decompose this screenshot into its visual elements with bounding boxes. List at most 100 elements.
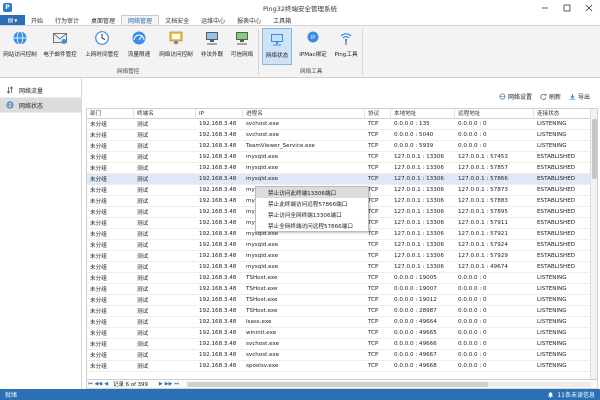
trusted-network-button[interactable]: 可信网络 xyxy=(228,28,256,65)
cell-process: spoolsv.exe xyxy=(246,363,279,369)
ping-tool-button[interactable]: Ping工具 xyxy=(332,28,360,65)
network-status-button[interactable]: 网络状态 xyxy=(262,28,292,65)
network-settings-button[interactable]: 网络设置 xyxy=(499,92,532,101)
table-row[interactable]: 未分组 测试 192.168.3.48 mysqld.exe TCP 127.0.0.1 … xyxy=(87,163,597,174)
ipmac-binding-button[interactable]: IP IPMac绑定 xyxy=(296,28,330,65)
table-row[interactable]: 未分组 测试 192.168.3.48 svchost.exe TCP 0.0.0.0 :… xyxy=(87,130,597,141)
table-row[interactable]: 未分组 测试 192.168.3.48 mysqld.exe TCP 127.0.0.1 … xyxy=(87,251,597,262)
column-header-process[interactable]: 进程名 xyxy=(243,109,365,119)
ribbon-label: 网站访问控制 xyxy=(3,52,37,58)
cell-local-address: 127.0.0.1 : 13306 xyxy=(394,154,444,160)
previous-record-button[interactable]: ◀ xyxy=(103,381,109,387)
illegal-outreach-button[interactable]: 非法外联 xyxy=(198,28,226,65)
scroll-thumb[interactable] xyxy=(592,119,597,179)
cell-remote-address: 0.0.0.0 : 0 xyxy=(458,121,487,127)
ribbon-label: 非法外联 xyxy=(200,52,224,58)
cell-terminal: 测试 xyxy=(137,210,149,216)
file-menu-icon: ▤ xyxy=(7,16,14,24)
tab-document-security[interactable]: 文档安全 xyxy=(159,15,195,25)
column-header-state[interactable]: 连接状态 xyxy=(534,109,592,119)
export-button[interactable]: 导出 xyxy=(569,92,590,101)
sidebar-item-network-traffic[interactable]: 网络流量 xyxy=(0,83,81,98)
traffic-speed-limit-button[interactable]: 流量限速 xyxy=(124,28,154,65)
tab-operations-center[interactable]: 运维中心 xyxy=(195,15,231,25)
group-separator xyxy=(362,29,363,75)
column-header-protocol[interactable]: 协议 xyxy=(365,109,391,119)
table-row[interactable]: 未分组 测试 192.168.3.48 TSHost.exe TCP 0.0.0.0 : … xyxy=(87,284,597,295)
cell-process: lsass.exe xyxy=(246,319,272,325)
column-header-local-address[interactable]: 本地地址 xyxy=(391,109,455,119)
cell-state: LISTENING xyxy=(537,341,567,347)
minimize-button[interactable] xyxy=(534,0,556,15)
network-status-icon xyxy=(268,30,286,48)
file-menu-button[interactable]: ▤ ▼ xyxy=(0,15,25,25)
horizontal-scrollbar[interactable] xyxy=(186,381,591,387)
cell-terminal: 测试 xyxy=(137,298,149,304)
refresh-button[interactable]: 刷新 xyxy=(540,92,561,101)
table-row[interactable]: 未分组 测试 192.168.3.48 TSHost.exe TCP 0.0.0.0 : … xyxy=(87,306,597,317)
next-page-button[interactable]: ▶▶ xyxy=(164,381,174,387)
tab-desktop-management[interactable]: 桌面管理 xyxy=(85,15,121,25)
cell-remote-address: 0.0.0.0 : 0 xyxy=(458,132,487,138)
table-row[interactable]: 未分组 测试 192.168.3.48 mysqld.exe TCP 127.0.0.1 … xyxy=(87,152,597,163)
close-button[interactable] xyxy=(578,0,600,15)
cell-local-address: 0.0.0.0 : 49666 xyxy=(394,341,437,347)
table-row[interactable]: 未分组 测试 192.168.3.48 svchost.exe TCP 0.0.0.0 :… xyxy=(87,350,597,361)
unread-messages[interactable]: 11条未读信息 xyxy=(547,390,595,399)
ribbon-label: 上网时间管控 xyxy=(85,52,119,58)
table-row[interactable]: 未分组 测试 192.168.3.48 mysqld.exe TCP 127.0.0.1 … xyxy=(87,174,597,185)
cell-process: TSHost.exe xyxy=(246,286,278,292)
maximize-button[interactable] xyxy=(556,0,578,15)
ipmac-icon: IP xyxy=(304,29,322,47)
content-toolbar: 网络设置 刷新 导出 xyxy=(499,92,590,101)
globe-icon xyxy=(6,101,14,109)
cell-process: svchost.exe xyxy=(246,132,280,138)
column-header-ip[interactable]: IP xyxy=(196,109,243,119)
ribbon-label: 流量限速 xyxy=(127,52,151,58)
table-row[interactable]: 未分组 测试 192.168.3.48 svchost.exe TCP 0.0.0.0 :… xyxy=(87,339,597,350)
tab-start[interactable]: 开始 xyxy=(25,15,49,25)
tab-behavior-audit[interactable]: 行为审计 xyxy=(49,15,85,25)
cell-process: mysqld.exe xyxy=(246,165,279,171)
email-control-button[interactable]: 电子邮件管控 xyxy=(40,28,80,65)
connections-table: 部门 终端名 IP 进程名 协议 本地地址 远程地址 连接状态 未分组 测试 192… xyxy=(86,108,598,380)
cell-terminal: 测试 xyxy=(137,342,149,348)
scroll-thumb[interactable] xyxy=(188,381,488,387)
menu-item-block-all-local-port[interactable]: 禁止访问全网终端13306端口 xyxy=(256,209,368,220)
network-access-control-button[interactable]: 网络访问控制 xyxy=(156,28,196,65)
vertical-scrollbar[interactable] xyxy=(590,109,597,379)
table-row[interactable]: 未分组 测试 192.168.3.48 spoolsv.exe TCP 0.0.0.0 :… xyxy=(87,361,597,372)
cell-department: 未分组 xyxy=(90,298,107,304)
tab-toolbox[interactable]: 工具箱 xyxy=(267,15,297,25)
sidebar-item-network-status[interactable]: 网络状态 xyxy=(0,98,81,113)
cell-remote-address: 127.0.0.1 : 57866 xyxy=(458,176,508,182)
cell-remote-address: 127.0.0.1 : 57873 xyxy=(458,187,508,193)
column-header-department[interactable]: 部门 xyxy=(87,109,134,119)
table-row[interactable]: 未分组 测试 192.168.3.48 mysqld.exe TCP 127.0.0.1 … xyxy=(87,262,597,273)
table-row[interactable]: 未分组 测试 192.168.3.48 lsass.exe TCP 0.0.0.0 : 4… xyxy=(87,317,597,328)
table-row[interactable]: 未分组 测试 192.168.3.48 TSHost.exe TCP 0.0.0.0 : … xyxy=(87,273,597,284)
column-header-remote-address[interactable]: 远程地址 xyxy=(455,109,534,119)
menu-item-block-remote-port[interactable]: 禁止此终端访问远程57866端口 xyxy=(256,198,368,209)
menu-item-block-local-port[interactable]: 禁止访问此终端13306端口 xyxy=(256,187,368,198)
cell-local-address: 127.0.0.1 : 13306 xyxy=(394,165,444,171)
cell-department: 未分组 xyxy=(90,155,107,161)
tab-network-management[interactable]: 网络管理 xyxy=(121,15,160,25)
cell-protocol: TCP xyxy=(368,275,379,281)
internet-time-control-button[interactable]: 上网时间管控 xyxy=(82,28,122,65)
previous-page-button[interactable]: ◀◀ xyxy=(94,381,104,387)
last-record-button[interactable]: ⏭ xyxy=(173,381,180,387)
table-row[interactable]: 未分组 测试 192.168.3.48 TSHost.exe TCP 0.0.0.0 : … xyxy=(87,295,597,306)
cell-remote-address: 0.0.0.0 : 0 xyxy=(458,352,487,358)
website-access-control-button[interactable]: 网站访问控制 xyxy=(2,28,38,65)
tab-report-center[interactable]: 报表中心 xyxy=(231,15,267,25)
table-row[interactable]: 未分组 测试 192.168.3.48 TeamViewer_Service.exe T… xyxy=(87,141,597,152)
cell-protocol: TCP xyxy=(368,308,379,314)
column-header-terminal[interactable]: 终端名 xyxy=(134,109,196,119)
table-row[interactable]: 未分组 测试 192.168.3.48 mysqld.exe TCP 127.0.0.1 … xyxy=(87,240,597,251)
svg-text:IP: IP xyxy=(311,35,316,41)
table-row[interactable]: 未分组 测试 192.168.3.48 wininit.exe TCP 0.0.0.0 :… xyxy=(87,328,597,339)
cell-remote-address: 0.0.0.0 : 0 xyxy=(458,286,487,292)
menu-item-block-all-remote-port[interactable]: 禁止全网终端访问远程57866端口 xyxy=(256,220,368,231)
table-row[interactable]: 未分组 测试 192.168.3.48 svchost.exe TCP 0.0.0.0 :… xyxy=(87,119,597,130)
